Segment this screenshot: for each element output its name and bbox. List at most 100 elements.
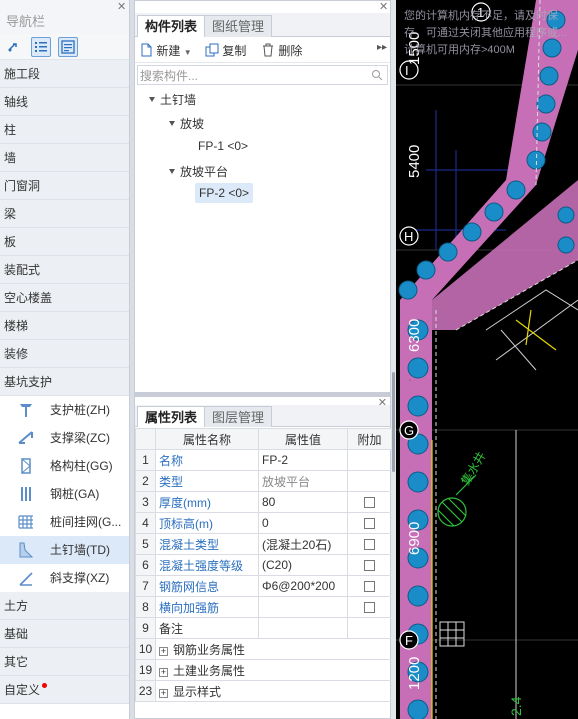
- expand-plus-icon[interactable]: +: [159, 688, 168, 698]
- tree-group-slope[interactable]: 放坡: [169, 115, 204, 132]
- nav-category-axis[interactable]: 轴线: [0, 88, 129, 116]
- extra-checkbox[interactable]: [364, 560, 375, 572]
- table-row[interactable]: 19 + 土建业务属性: [135, 659, 392, 681]
- search-input[interactable]: 搜索构件...: [137, 65, 388, 85]
- nav-toolbar: [0, 34, 129, 60]
- nav-categories: 施工段 轴线 柱 墙 门窗洞 梁 板 装配式 空心楼盖 楼梯 装修 基坑支护 支…: [0, 60, 129, 704]
- header-value: 属性值: [258, 428, 348, 450]
- detail-view-icon[interactable]: [58, 37, 78, 57]
- table-row[interactable]: 2 类型 放坡平台: [135, 470, 392, 492]
- property-value-field[interactable]: FP-2: [258, 449, 348, 471]
- nav-title: 导航栏: [6, 14, 46, 29]
- table-row[interactable]: 10 + 钢筋业务属性: [135, 638, 392, 660]
- property-value-field[interactable]: 0: [258, 512, 348, 534]
- nav-item-pile-mesh[interactable]: 桩间挂网(G...: [0, 508, 129, 536]
- table-row[interactable]: 7 钢筋网信息 Φ6@200*200: [135, 575, 392, 597]
- diagonal-brace-icon: [16, 569, 36, 587]
- axis-label: G: [404, 423, 414, 438]
- table-row[interactable]: 1 名称 FP-2: [135, 449, 392, 471]
- property-tabs: 属性列表 图层管理: [135, 405, 390, 427]
- nav-category-foundation[interactable]: 基础: [0, 620, 129, 648]
- memory-warning: 您的计算机内存不足，请及时保存，可通过关闭其他应用程序或... 计算机可用内存>…: [404, 10, 568, 56]
- nav-category-decoration[interactable]: 装修: [0, 340, 129, 368]
- table-row[interactable]: 8 横向加强筋: [135, 596, 392, 618]
- nav-item-soil-nail-wall[interactable]: 土钉墙(TD): [0, 536, 129, 564]
- tab-drawing-management[interactable]: 图纸管理: [204, 15, 273, 37]
- expand-icon[interactable]: [169, 169, 175, 174]
- component-list-panel: ✕ 构件列表 图纸管理 新建 ▼ 复制 删除 ▸▸ 搜索构件... 土钉墙 放坡…: [134, 0, 391, 393]
- tree-item-fp2[interactable]: FP-2 <0>: [195, 183, 254, 203]
- close-icon[interactable]: ✕: [379, 2, 388, 13]
- nav-category-prefab[interactable]: 装配式: [0, 256, 129, 284]
- property-list-panel: ✕ 属性列表 图层管理 属性名称 属性值 附加 1 名称 FP-2 2 类型 放坡平台 …: [134, 396, 392, 719]
- tab-component-list[interactable]: 构件列表: [137, 15, 206, 37]
- nav-category-custom[interactable]: 自定义: [0, 676, 129, 704]
- nav-category-door-window[interactable]: 门窗洞: [0, 172, 129, 200]
- property-value-field[interactable]: Φ6@200*200: [258, 575, 348, 597]
- new-button[interactable]: 新建 ▼: [139, 42, 192, 59]
- cad-canvas[interactable]: 集水井 I H G F 1 1500 5400 6300 6900 1200 2…: [396, 0, 578, 719]
- dimension-text: 2.4: [508, 696, 524, 716]
- nav-category-column[interactable]: 柱: [0, 116, 129, 144]
- chevron-down-icon[interactable]: ▼: [184, 48, 192, 57]
- nav-item-support-beam[interactable]: 支撑梁(ZC): [0, 424, 129, 452]
- mesh-icon: [16, 513, 36, 531]
- nav-category-wall[interactable]: 墙: [0, 144, 129, 172]
- support-beam-icon: [16, 429, 36, 447]
- header-name: 属性名称: [155, 428, 259, 450]
- nav-category-hollow-floor[interactable]: 空心楼盖: [0, 284, 129, 312]
- list-view-icon[interactable]: [31, 37, 51, 57]
- tree-item-fp1[interactable]: FP-1 <0>: [198, 139, 248, 153]
- more-icon[interactable]: ▸▸: [377, 42, 387, 53]
- table-row[interactable]: 5 混凝土类型 (混凝土20石): [135, 533, 392, 555]
- nav-category-stair[interactable]: 楼梯: [0, 312, 129, 340]
- copy-icon: [205, 43, 219, 57]
- nav-category-other[interactable]: 其它: [0, 648, 129, 676]
- tab-property-list[interactable]: 属性列表: [137, 406, 206, 427]
- property-value-field[interactable]: [258, 617, 348, 639]
- table-row[interactable]: 3 厚度(mm) 80: [135, 491, 392, 513]
- expand-plus-icon[interactable]: +: [159, 667, 168, 677]
- nav-category-pit-support[interactable]: 基坑支护: [0, 368, 129, 396]
- nav-category-slab[interactable]: 板: [0, 228, 129, 256]
- pin-icon[interactable]: [4, 37, 24, 57]
- extra-checkbox[interactable]: [364, 539, 375, 551]
- property-value-field[interactable]: [258, 596, 348, 618]
- property-value-field[interactable]: (C20): [258, 554, 348, 576]
- table-row[interactable]: 6 混凝土强度等级 (C20): [135, 554, 392, 576]
- property-value-field[interactable]: 80: [258, 491, 348, 513]
- component-toolbar: 新建 ▼ 复制 删除 ▸▸: [135, 37, 390, 63]
- table-row[interactable]: 23 + 显示样式: [135, 680, 392, 702]
- property-value-field[interactable]: 放坡平台: [258, 470, 348, 492]
- nav-item-steel-pile[interactable]: 钢桩(GA): [0, 480, 129, 508]
- table-row[interactable]: 4 顶标高(m) 0: [135, 512, 392, 534]
- dimension-text: 6300: [406, 319, 423, 352]
- tab-layer-management[interactable]: 图层管理: [204, 406, 273, 427]
- trash-icon: [263, 43, 273, 57]
- expand-icon[interactable]: [149, 97, 155, 102]
- scrollbar-thumb[interactable]: [392, 372, 395, 472]
- navigation-panel: 导航栏 ✕ 施工段 轴线 柱 墙 门窗洞 梁 板 装配式 空心楼盖 楼梯 装修 …: [0, 0, 130, 719]
- nav-category-beam[interactable]: 梁: [0, 200, 129, 228]
- table-row[interactable]: 9 备注: [135, 617, 392, 639]
- extra-checkbox[interactable]: [364, 518, 375, 530]
- property-value-field[interactable]: (混凝土20石): [258, 533, 348, 555]
- delete-button[interactable]: 删除: [261, 42, 302, 59]
- expand-icon[interactable]: [169, 121, 175, 126]
- copy-button[interactable]: 复制: [205, 42, 246, 59]
- extra-checkbox[interactable]: [364, 581, 375, 593]
- tree-root[interactable]: 土钉墙: [149, 91, 196, 108]
- nav-item-support-pile[interactable]: 支护桩(ZH): [0, 396, 129, 424]
- extra-checkbox[interactable]: [364, 602, 375, 614]
- nav-item-lattice-column[interactable]: 格构柱(GG): [0, 452, 129, 480]
- tree-group-slope-platform[interactable]: 放坡平台: [169, 163, 228, 180]
- new-icon: [141, 43, 152, 57]
- extra-checkbox[interactable]: [364, 497, 375, 509]
- header-extra: 附加: [347, 428, 392, 450]
- pile-icon: [16, 401, 36, 419]
- close-icon[interactable]: ✕: [117, 2, 126, 13]
- nav-category-construction-section[interactable]: 施工段: [0, 60, 129, 88]
- nav-category-earthwork[interactable]: 土方: [0, 592, 129, 620]
- expand-plus-icon[interactable]: +: [159, 646, 168, 656]
- nav-item-diagonal-brace[interactable]: 斜支撑(XZ): [0, 564, 129, 592]
